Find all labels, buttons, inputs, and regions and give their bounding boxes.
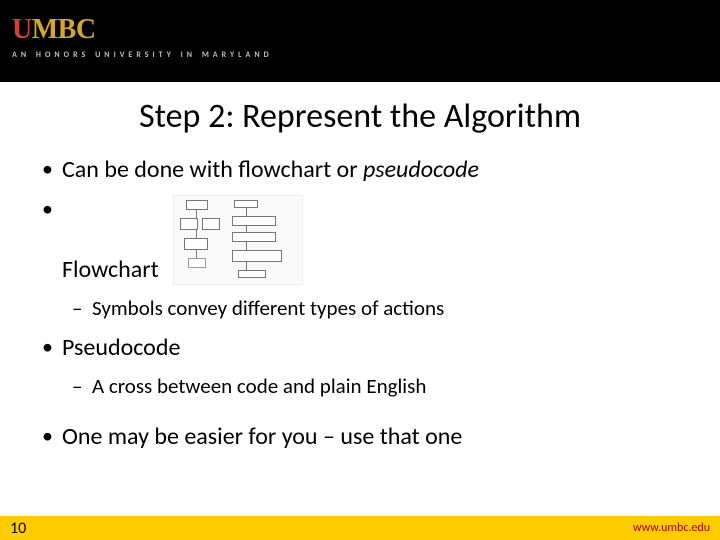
slide: UMBC AN HONORS UNIVERSITY IN MARYLAND St… (0, 0, 720, 540)
slide-title: Step 2: Represent the Algorithm (36, 96, 684, 137)
bullet-flowchart-label: Flowchart (62, 255, 159, 285)
bullet-flowchart-sub: Symbols convey different types of action… (36, 295, 684, 321)
page-number: 10 (10, 519, 26, 538)
logo-u: U (12, 14, 32, 45)
logo: UMBC (12, 16, 720, 44)
bullet-intro: Can be done with flowchart or pseudocode (36, 155, 684, 185)
bullet-pseudocode: Pseudocode (36, 333, 684, 363)
bullet-intro-italic: pseudocode (363, 155, 479, 184)
content-area: Step 2: Represent the Algorithm Can be d… (0, 82, 720, 516)
tagline: AN HONORS UNIVERSITY IN MARYLAND (12, 50, 720, 60)
bullet-flowchart: Flowchart (36, 195, 684, 285)
footer-bar: 10 www.umbc.edu (0, 516, 720, 540)
bullet-list: Can be done with flowchart or pseudocode… (36, 155, 684, 452)
bullet-intro-text: Can be done with flowchart or (62, 155, 363, 184)
header-bar: UMBC AN HONORS UNIVERSITY IN MARYLAND (0, 0, 720, 82)
bullet-pseudocode-sub: A cross between code and plain English (36, 373, 684, 399)
flowchart-thumbnail (173, 195, 303, 285)
bullet-advice: One may be easier for you – use that one (36, 422, 684, 452)
logo-mbc: MBC (32, 14, 96, 45)
footer-site: www.umbc.edu (633, 521, 710, 535)
